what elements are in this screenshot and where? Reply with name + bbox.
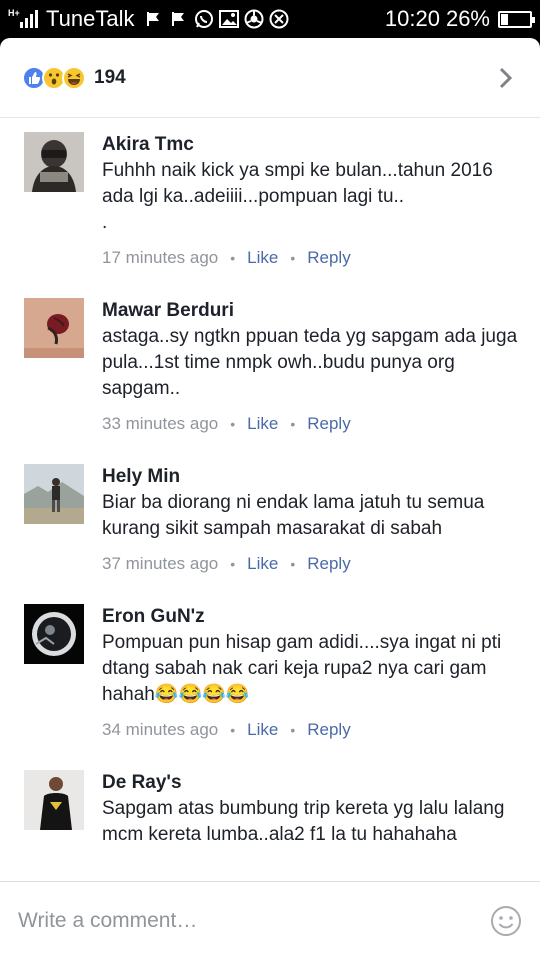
comment-meta: 34 minutes ago • Like • Reply <box>102 718 520 742</box>
comment-text: Sapgam atas bumbung trip kereta yg lalu … <box>102 798 505 845</box>
comment-author[interactable]: Eron GuN'z <box>102 604 520 630</box>
battery-icon <box>498 10 535 28</box>
avatar[interactable] <box>24 298 84 358</box>
separator-dot: • <box>230 250 236 266</box>
reactions-summary[interactable]: 194 <box>0 38 540 118</box>
chrome-icon <box>244 9 264 29</box>
comment-text: astaga..sy ngtkn ppuan teda yg sapgam ad… <box>102 326 518 399</box>
comment-item: De Ray's Sapgam atas bumbung trip kereta… <box>0 762 540 848</box>
separator-dot: • <box>290 250 296 266</box>
signal-icon <box>20 10 38 28</box>
emoji-icon[interactable] <box>490 905 522 937</box>
comments-panel: 194 Akira Tmc Fuhhh naik kick ya smpi ke… <box>0 38 540 960</box>
comment-meta: 37 minutes ago • Like • Reply <box>102 552 520 576</box>
comment-list[interactable]: Akira Tmc Fuhhh naik kick ya smpi ke bul… <box>0 118 540 880</box>
comment-author[interactable]: Akira Tmc <box>102 132 520 158</box>
comment-timestamp: 37 minutes ago <box>102 554 219 573</box>
reply-button[interactable]: Reply <box>307 414 350 434</box>
gallery-icon <box>219 9 240 29</box>
network-type: H+ <box>8 7 20 18</box>
haha-reaction-icon <box>62 65 86 90</box>
comment-timestamp: 33 minutes ago <box>102 414 219 433</box>
comment-input-placeholder[interactable]: Write a comment… <box>18 909 197 933</box>
comment-text: Biar ba diorang ni endak lama jatuh tu s… <box>102 492 485 539</box>
like-button[interactable]: Like <box>247 248 278 268</box>
close-circle-icon <box>269 9 289 29</box>
whatsapp-icon <box>194 9 214 29</box>
reply-button[interactable]: Reply <box>307 720 350 740</box>
like-button[interactable]: Like <box>247 554 278 574</box>
separator-dot: • <box>290 416 296 432</box>
comment-author[interactable]: Hely Min <box>102 464 520 490</box>
clock: 10:20 <box>384 6 440 31</box>
comment-author[interactable]: Mawar Berduri <box>102 298 520 324</box>
separator-dot: • <box>230 416 236 432</box>
avatar[interactable] <box>24 464 84 524</box>
status-right: 10:20 26% <box>384 6 535 32</box>
comment-timestamp: 17 minutes ago <box>102 248 219 267</box>
avatar[interactable] <box>24 132 84 192</box>
notification-icons <box>144 9 289 29</box>
carrier-name: TuneTalk <box>46 6 135 31</box>
reply-button[interactable]: Reply <box>307 248 350 268</box>
status-left: H+ TuneTalk <box>8 6 289 32</box>
comment-text: Pompuan pun hisap gam adidi....sya ingat… <box>102 632 502 705</box>
like-button[interactable]: Like <box>247 720 278 740</box>
like-button[interactable]: Like <box>247 414 278 434</box>
comment-item: Akira Tmc Fuhhh naik kick ya smpi ke bul… <box>0 124 540 270</box>
comment-author[interactable]: De Ray's <box>102 770 520 796</box>
separator-dot: • <box>230 722 236 738</box>
comment-timestamp: 34 minutes ago <box>102 720 219 739</box>
chevron-right-icon[interactable] <box>494 66 518 90</box>
reaction-icons <box>22 65 86 90</box>
comment-text: Fuhhh naik kick ya smpi ke bulan...tahun… <box>102 160 493 233</box>
status-bar: H+ TuneTalk 10:20 26% <box>0 0 540 38</box>
comment-item: Eron GuN'z Pompuan pun hisap gam adidi..… <box>0 596 540 742</box>
comment-meta: 17 minutes ago • Like • Reply <box>102 246 520 270</box>
reaction-count: 194 <box>94 66 126 88</box>
comment-composer[interactable]: Write a comment… <box>0 881 540 960</box>
comment-item: Mawar Berduri astaga..sy ngtkn ppuan ted… <box>0 290 540 436</box>
flag-icon <box>169 9 189 29</box>
flag-icon <box>144 9 164 29</box>
reply-button[interactable]: Reply <box>307 554 350 574</box>
separator-dot: • <box>290 722 296 738</box>
comment-meta: 33 minutes ago • Like • Reply <box>102 412 520 436</box>
separator-dot: • <box>230 556 236 572</box>
avatar[interactable] <box>24 770 84 830</box>
separator-dot: • <box>290 556 296 572</box>
battery-percent: 26% <box>445 6 490 31</box>
avatar[interactable] <box>24 604 84 664</box>
comment-item: Hely Min Biar ba diorang ni endak lama j… <box>0 456 540 576</box>
